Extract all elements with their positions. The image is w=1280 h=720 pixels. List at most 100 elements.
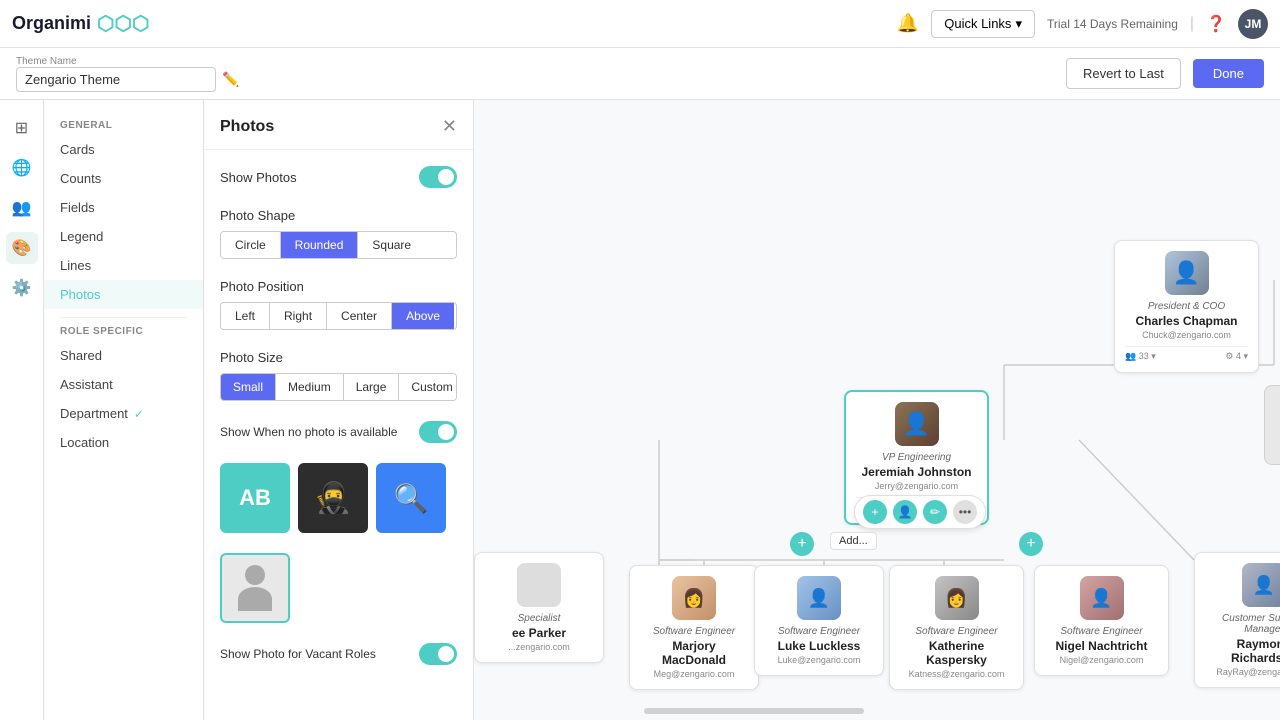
cs-card[interactable]: 👤 Customer Success Manager Raymond Richa… <box>1194 552 1280 688</box>
specialist-email: ...zengario.com <box>508 642 570 652</box>
people-icon-btn[interactable]: 👥 <box>6 192 38 224</box>
person-action-icon[interactable]: 👤 <box>893 500 917 524</box>
position-left-btn[interactable]: Left <box>221 303 270 329</box>
show-no-photo-label: Show When no photo is available <box>220 425 397 439</box>
vp-role: VP Engineering <box>882 452 951 463</box>
position-right-btn[interactable]: Right <box>270 303 327 329</box>
edit-action-icon[interactable]: ✏ <box>923 500 947 524</box>
revert-button[interactable]: Revert to Last <box>1066 58 1181 89</box>
show-vacant-label: Show Photo for Vacant Roles <box>220 647 376 661</box>
photo-position-group: Left Right Center Above <box>220 302 457 330</box>
position-above-btn[interactable]: Above <box>392 303 454 329</box>
nav-counts[interactable]: Counts <box>44 164 203 193</box>
icon-sidebar: ⊞ 🌐 👥 🎨 ⚙️ <box>0 100 44 720</box>
coo-name: Charles Chapman <box>1135 314 1237 328</box>
placeholder-silhouette[interactable] <box>220 553 290 623</box>
photo-size-label: Photo Size <box>220 350 457 365</box>
photo-size-group: Small Medium Large Custom <box>220 373 457 401</box>
eng4-card[interactable]: 👤 Software Engineer Nigel Nachtricht Nig… <box>1034 565 1169 676</box>
add-right-btn[interactable]: + <box>1019 532 1043 556</box>
photo-shape-group: Circle Rounded Square <box>220 231 457 259</box>
add-action-icon[interactable]: + <box>863 500 887 524</box>
more-action-icon[interactable]: ••• <box>953 500 977 524</box>
theme-bar: Theme Name ✏️ Revert to Last Done <box>0 48 1280 100</box>
vp-name: Jeremiah Johnston <box>861 465 971 479</box>
logo: Organimi ⬡⬡⬡ <box>12 11 149 36</box>
photos-content: Show Photos Photo Shape Circle Rounded S… <box>204 150 473 681</box>
shape-circle-btn[interactable]: Circle <box>221 232 281 258</box>
show-no-photo-row: Show When no photo is available <box>220 421 457 443</box>
general-section-label: GENERAL <box>44 112 203 135</box>
eng1-photo: 👩 <box>672 576 716 620</box>
nav-fields[interactable]: Fields <box>44 193 203 222</box>
show-photos-toggle[interactable] <box>419 166 457 188</box>
nav-assistant[interactable]: Assistant <box>44 370 203 399</box>
photo-position-label: Photo Position <box>220 279 457 294</box>
nav-legend[interactable]: Legend <box>44 222 203 251</box>
vp-photo: 👤 <box>895 402 939 446</box>
nav-location[interactable]: Location <box>44 428 203 457</box>
horizontal-scrollbar[interactable] <box>644 708 864 714</box>
cs-name: Raymond Richardson <box>1205 637 1280 665</box>
nav-department[interactable]: Department ✓ <box>44 399 203 428</box>
show-vacant-toggle[interactable] <box>419 643 457 665</box>
eng1-email: Meg@zengario.com <box>654 669 735 679</box>
shape-square-btn[interactable]: Square <box>358 232 425 258</box>
position-center-btn[interactable]: Center <box>327 303 392 329</box>
eng2-card[interactable]: 👤 Software Engineer Luke Luckless Luke@z… <box>754 565 884 676</box>
vp-email: Jerry@zengario.com <box>875 481 958 491</box>
logo-text: Organimi <box>12 13 91 34</box>
eng3-name: Katherine Kaspersky <box>900 639 1013 667</box>
size-custom-btn[interactable]: Custom <box>399 374 457 400</box>
size-medium-btn[interactable]: Medium <box>276 374 344 400</box>
cs-photo: 👤 <box>1242 563 1280 607</box>
theme-name-input[interactable] <box>16 67 216 92</box>
theme-name-group: Theme Name ✏️ <box>16 56 239 92</box>
nav-lines[interactable]: Lines <box>44 251 203 280</box>
show-no-photo-toggle[interactable] <box>419 421 457 443</box>
edit-icon[interactable]: ✏️ <box>222 71 239 88</box>
size-large-btn[interactable]: Large <box>344 374 400 400</box>
theme-label: Theme Name <box>16 56 239 67</box>
notification-bell[interactable]: 🔔 <box>897 13 919 34</box>
specialist-card[interactable]: Specialist ee Parker ...zengario.com <box>474 552 604 663</box>
cs-role: Customer Success Manager <box>1205 613 1280 635</box>
coo-email: Chuck@zengario.com <box>1142 330 1231 340</box>
specialist-photo <box>517 563 561 607</box>
theme-input-row: ✏️ <box>16 67 239 92</box>
close-button[interactable]: ✕ <box>442 116 457 137</box>
quick-links-button[interactable]: Quick Links ▾ <box>931 10 1035 38</box>
placeholder-search[interactable]: 🔍 <box>376 463 446 533</box>
eng3-card[interactable]: 👩 Software Engineer Katherine Kaspersky … <box>889 565 1024 690</box>
org-chart-area[interactable]: 👤 President & COO Charles Chapman Chuck@… <box>474 100 1280 720</box>
nav-photos[interactable]: Photos <box>44 280 203 309</box>
placeholder-ninja[interactable]: 🥷 <box>298 463 368 533</box>
logo-icon: ⬡⬡⬡ <box>97 11 149 36</box>
show-photos-row: Show Photos <box>220 166 457 188</box>
add-left-btn[interactable]: + <box>790 532 814 556</box>
avatar[interactable]: JM <box>1238 9 1268 39</box>
coo-card[interactable]: 👤 President & COO Charles Chapman Chuck@… <box>1114 240 1259 373</box>
done-button[interactable]: Done <box>1193 59 1264 88</box>
topbar-right: 🔔 Quick Links ▾ Trial 14 Days Remaining … <box>897 9 1268 39</box>
shape-rounded-btn[interactable]: Rounded <box>281 232 359 258</box>
home-icon-btn[interactable]: ⊞ <box>6 112 38 144</box>
photos-title: Photos <box>220 118 274 136</box>
photo-shape-label: Photo Shape <box>220 208 457 223</box>
eng4-role: Software Engineer <box>1060 626 1142 637</box>
org-chart-icon-btn[interactable]: 🌐 <box>6 152 38 184</box>
eng1-role: Software Engineer <box>653 626 735 637</box>
eng4-photo: 👤 <box>1080 576 1124 620</box>
placeholder-initials[interactable]: AB <box>220 463 290 533</box>
nav-cards[interactable]: Cards <box>44 135 203 164</box>
eng3-role: Software Engineer <box>915 626 997 637</box>
eng1-card[interactable]: 👩 Software Engineer Marjory MacDonald Me… <box>629 565 759 690</box>
photos-header: Photos ✕ <box>204 100 473 150</box>
nav-shared[interactable]: Shared <box>44 341 203 370</box>
show-vacant-row: Show Photo for Vacant Roles <box>220 643 457 665</box>
settings-icon-btn[interactable]: 🎨 <box>6 232 38 264</box>
size-small-btn[interactable]: Small <box>221 374 276 400</box>
photos-panel: Photos ✕ Show Photos Photo Shape Circle … <box>204 100 474 720</box>
gear-icon-btn[interactable]: ⚙️ <box>6 272 38 304</box>
help-button[interactable]: ❓ <box>1206 14 1226 34</box>
